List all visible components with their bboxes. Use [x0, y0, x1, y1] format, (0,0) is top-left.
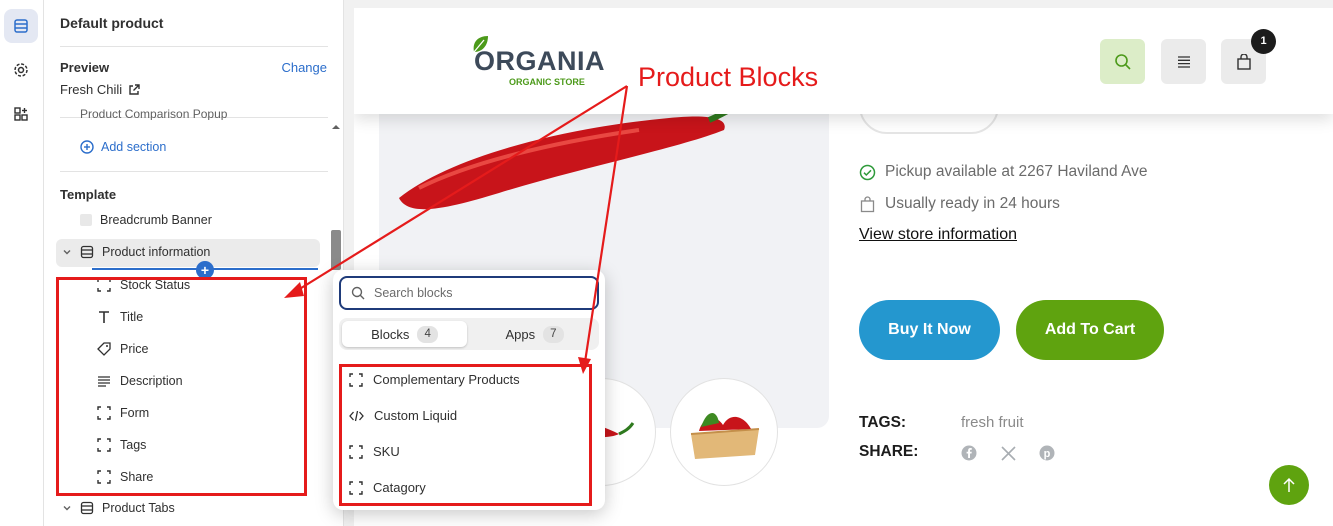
section-item-comparison[interactable]: Product Comparison Popup — [80, 108, 227, 120]
cart-count-badge: 1 — [1251, 29, 1276, 54]
scrollbar-thumb[interactable] — [331, 230, 341, 270]
store-search-button[interactable] — [1100, 39, 1145, 84]
add-section-label: Add section — [101, 140, 167, 154]
tags-label: TAGS: — [859, 414, 907, 431]
section-hidden-icon — [80, 214, 92, 226]
preview-product-name: Fresh Chili — [60, 82, 123, 97]
search-icon — [351, 286, 365, 300]
sections-icon[interactable] — [4, 9, 38, 43]
ready-text: Usually ready in 24 hours — [885, 195, 1060, 212]
annotation-title: Product Blocks — [638, 62, 819, 92]
section-icon — [80, 245, 94, 259]
shopping-bag-icon — [1236, 53, 1251, 70]
settings-gear-icon[interactable] — [4, 53, 38, 87]
template-item-label: Breadcrumb Banner — [100, 213, 212, 227]
add-to-cart-button[interactable]: Add To Cart — [1016, 300, 1164, 360]
icon-rail — [0, 0, 44, 526]
tags-value-link[interactable]: fresh fruit — [961, 414, 1024, 431]
template-label: Template — [60, 187, 117, 202]
preview-label: Preview — [60, 60, 110, 75]
view-store-information-link[interactable]: View store information — [859, 226, 1017, 244]
ready-time: Usually ready in 24 hours — [859, 195, 1060, 213]
annotation-box-sidebar-blocks — [56, 277, 307, 496]
preview-change-link[interactable]: Change — [281, 60, 327, 75]
search-placeholder: Search blocks — [374, 286, 453, 300]
back-to-top-button[interactable] — [1269, 465, 1309, 505]
preview-product[interactable]: Fresh Chili — [60, 82, 140, 97]
facebook-icon[interactable] — [960, 444, 978, 462]
search-blocks-input[interactable]: Search blocks — [339, 276, 599, 310]
store-header: ORGANIA ORGANIC STORE 1 — [354, 8, 1333, 114]
tab-apps[interactable]: Apps 7 — [473, 321, 596, 347]
plus-circle-icon — [80, 140, 94, 154]
share-label: SHARE: — [859, 443, 919, 460]
block-picker-tabs: Blocks 4 Apps 7 — [339, 318, 599, 350]
shopping-bag-icon — [860, 195, 875, 212]
chevron-down-icon[interactable] — [62, 503, 72, 513]
tab-count-badge: 7 — [543, 325, 564, 343]
search-icon — [1114, 53, 1131, 70]
template-item-product-tabs[interactable]: Product Tabs — [62, 501, 175, 515]
template-item-label: Product Tabs — [102, 501, 175, 515]
annotation-box-popover-blocks — [339, 364, 592, 506]
tab-label: Apps — [505, 326, 536, 342]
template-item-breadcrumb[interactable]: Breadcrumb Banner — [80, 213, 212, 227]
menu-icon — [1177, 55, 1190, 68]
external-link-icon — [129, 83, 140, 95]
check-circle-icon — [859, 164, 876, 180]
template-item-product-information[interactable]: Product information — [62, 245, 210, 259]
store-menu-button[interactable] — [1161, 39, 1206, 84]
store-logo[interactable]: ORGANIA — [474, 46, 605, 77]
pinterest-icon[interactable]: p — [1038, 444, 1056, 462]
divider — [60, 46, 328, 47]
x-twitter-icon[interactable] — [999, 444, 1017, 462]
section-icon — [80, 501, 94, 515]
tab-blocks[interactable]: Blocks 4 — [342, 321, 467, 347]
tab-label: Blocks — [371, 326, 410, 342]
scroll-up-icon[interactable] — [331, 123, 341, 131]
pickup-text: Pickup available at 2267 Haviland Ave — [885, 163, 1148, 180]
tab-count-badge: 4 — [417, 325, 438, 343]
svg-text:p: p — [1044, 448, 1051, 460]
buy-it-now-button[interactable]: Buy It Now — [859, 300, 1000, 360]
arrow-up-icon — [1283, 477, 1295, 492]
page-title: Default product — [60, 15, 164, 31]
store-logo-tagline: ORGANIC STORE — [509, 77, 585, 87]
chevron-down-icon[interactable] — [62, 247, 72, 257]
pickup-availability: Pickup available at 2267 Haviland Ave — [859, 163, 1148, 181]
template-item-label: Product information — [102, 245, 211, 259]
product-thumbnail[interactable] — [670, 378, 778, 486]
apps-icon[interactable] — [4, 97, 38, 131]
add-section-button[interactable]: Add section — [80, 140, 166, 154]
divider — [60, 171, 328, 172]
